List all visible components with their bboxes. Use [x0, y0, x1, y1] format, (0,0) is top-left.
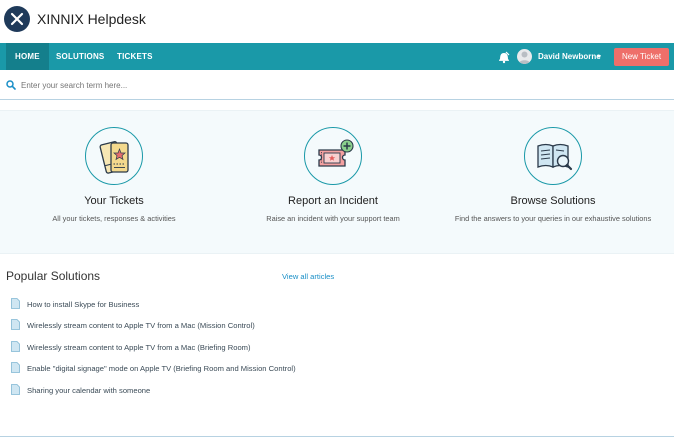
close-x-logo-icon: [10, 12, 24, 26]
document-icon: [11, 384, 20, 395]
document-icon: [11, 362, 20, 373]
document-icon: [11, 298, 20, 309]
feature-band: Your Tickets All your tickets, responses…: [0, 110, 674, 254]
logo[interactable]: [4, 6, 30, 32]
book-search-icon: [537, 143, 573, 171]
tab-home[interactable]: HOME: [6, 43, 49, 70]
solution-link[interactable]: Sharing your calendar with someone: [27, 386, 150, 395]
user-menu[interactable]: David Newborne: [538, 43, 601, 70]
search-bar: [0, 70, 674, 100]
feature-icon-circle: [524, 127, 582, 185]
document-icon: [11, 341, 20, 352]
header: XINNIX Helpdesk: [0, 0, 674, 43]
search-icon: [6, 80, 16, 90]
feature-description: Find the answers to your queries in our …: [454, 214, 652, 223]
user-avatar-icon: [518, 51, 531, 64]
document-icon: [11, 319, 20, 330]
notification-bell-icon[interactable]: [497, 50, 511, 64]
feature-description: Raise an incident with your support team: [266, 214, 400, 223]
tab-solutions[interactable]: SOLUTIONS: [56, 43, 104, 70]
feature-icon-circle: [304, 127, 362, 185]
avatar[interactable]: [517, 49, 532, 64]
app-title: XINNIX Helpdesk: [37, 11, 146, 27]
tab-tickets[interactable]: TICKETS: [117, 43, 153, 70]
tickets-icon: [99, 141, 129, 174]
navbar: HOME SOLUTIONS TICKETS David Newborne: [0, 43, 674, 70]
popular-solutions-title: Popular Solutions: [6, 269, 101, 283]
new-ticket-button[interactable]: New Ticket: [614, 48, 669, 66]
incident-ticket-icon: [318, 139, 354, 167]
solution-link[interactable]: Wirelessly stream content to Apple TV fr…: [27, 321, 255, 330]
solution-link[interactable]: Enable "digital signage" mode on Apple T…: [27, 364, 296, 373]
solution-link[interactable]: How to install Skype for Business: [27, 300, 139, 309]
feature-title: Your Tickets: [84, 195, 144, 207]
search-input[interactable]: [21, 78, 661, 92]
feature-title: Browse Solutions: [510, 195, 596, 207]
view-all-articles-link[interactable]: View all articles: [282, 272, 334, 281]
feature-description: All your tickets, responses & activities: [52, 214, 176, 223]
solution-link[interactable]: Wirelessly stream content to Apple TV fr…: [27, 343, 251, 352]
chevron-down-icon[interactable]: [597, 55, 601, 58]
feature-title: Report an Incident: [288, 195, 378, 207]
feature-icon-circle: [85, 127, 143, 185]
divider: [0, 436, 674, 437]
